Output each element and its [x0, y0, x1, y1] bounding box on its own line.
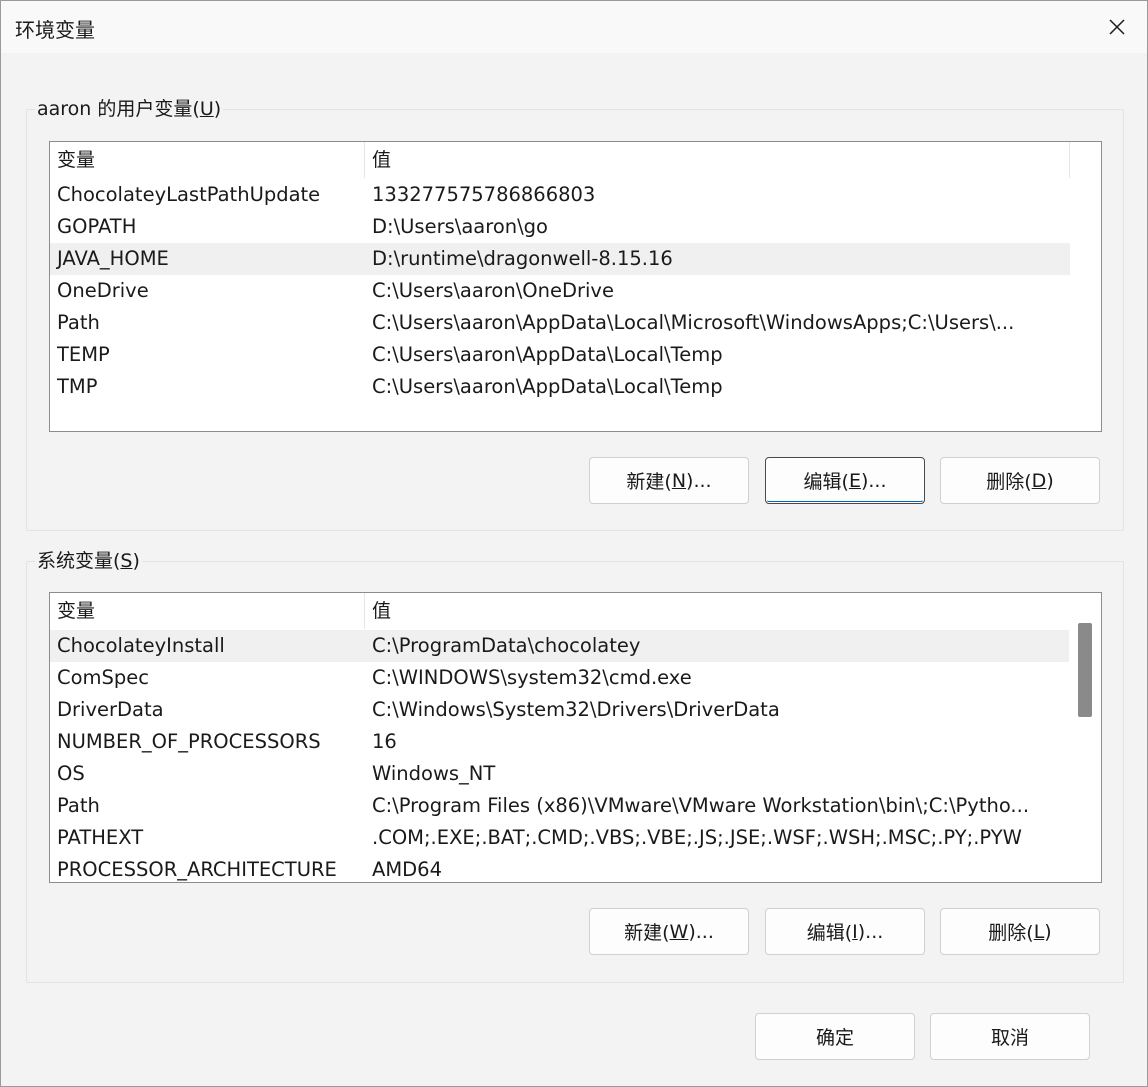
- table-row[interactable]: JAVA_HOME D:\runtime\dragonwell-8.15.16: [50, 243, 1070, 275]
- var-value: C:\Windows\System32\Drivers\DriverData: [372, 698, 780, 721]
- column-header-value[interactable]: 值: [365, 593, 1070, 629]
- user-new-button[interactable]: 新建(N)...: [589, 457, 749, 504]
- var-value: C:\Program Files (x86)\VMware\VMware Wor…: [372, 794, 1030, 817]
- table-row[interactable]: ComSpec C:\WINDOWS\system32\cmd.exe: [50, 662, 1070, 694]
- table-row[interactable]: ChocolateyLastPathUpdate 1332775757868668…: [50, 179, 1070, 211]
- system-edit-button[interactable]: 编辑(I)...: [765, 908, 925, 955]
- var-name: TEMP: [57, 343, 110, 366]
- var-value: C:\WINDOWS\system32\cmd.exe: [372, 666, 692, 689]
- var-value: 133277575786866803: [372, 183, 596, 206]
- table-row[interactable]: DriverData C:\Windows\System32\Drivers\Dr…: [50, 694, 1070, 726]
- cancel-button[interactable]: 取消: [930, 1013, 1090, 1060]
- system-new-button[interactable]: 新建(W)...: [589, 908, 749, 955]
- var-name: Path: [57, 794, 100, 817]
- ok-button[interactable]: 确定: [755, 1013, 915, 1060]
- table-row[interactable]: GOPATH D:\Users\aaron\go: [50, 211, 1070, 243]
- var-name: ChocolateyInstall: [57, 634, 225, 657]
- var-name: NUMBER_OF_PROCESSORS: [57, 730, 321, 753]
- title-bar[interactable]: 环境变量: [1, 1, 1147, 53]
- close-icon: [1109, 19, 1125, 35]
- user-edit-button[interactable]: 编辑(E)...: [765, 457, 925, 504]
- var-name: OS: [57, 762, 85, 785]
- var-value: AMD64: [372, 858, 442, 881]
- table-row[interactable]: Path C:\Program Files (x86)\VMware\VMware…: [50, 790, 1070, 822]
- var-name: ChocolateyLastPathUpdate: [57, 183, 321, 206]
- var-name: OneDrive: [57, 279, 149, 302]
- var-value: C:\Users\aaron\AppData\Local\Microsoft\W…: [372, 311, 1015, 334]
- system-vars-scrollbar[interactable]: [1069, 593, 1101, 882]
- column-header-variable[interactable]: 变量: [50, 593, 365, 629]
- table-row[interactable]: PATHEXT .COM;.EXE;.BAT;.CMD;.VBS;.VBE;.JS…: [50, 822, 1070, 854]
- system-delete-button[interactable]: 删除(L): [940, 908, 1100, 955]
- table-row[interactable]: OS Windows_NT: [50, 758, 1070, 790]
- table-row[interactable]: Path C:\Users\aaron\AppData\Local\Microso…: [50, 307, 1070, 339]
- user-vars-label: aaron 的用户变量(U): [35, 96, 224, 122]
- var-value: D:\runtime\dragonwell-8.15.16: [372, 247, 673, 270]
- table-row[interactable]: PROCESSOR_ARCHITECTURE AMD64: [50, 854, 1070, 882]
- table-row[interactable]: ChocolateyInstall C:\ProgramData\chocolat…: [50, 630, 1070, 662]
- system-vars-header: 变量 值: [50, 593, 1070, 629]
- var-value: C:\ProgramData\chocolatey: [372, 634, 641, 657]
- table-row[interactable]: TMP C:\Users\aaron\AppData\Local\Temp: [50, 371, 1070, 403]
- close-button[interactable]: [1087, 1, 1147, 53]
- column-header-value[interactable]: 值: [365, 142, 1070, 178]
- var-value: Windows_NT: [372, 762, 496, 785]
- user-delete-button[interactable]: 删除(D): [940, 457, 1100, 504]
- window-title: 环境变量: [15, 18, 95, 42]
- var-name: PROCESSOR_ARCHITECTURE: [57, 858, 337, 881]
- var-name: DriverData: [57, 698, 164, 721]
- var-value: C:\Users\aaron\OneDrive: [372, 279, 614, 302]
- env-vars-dialog: 环境变量 aaron 的用户变量(U) 变量 值 ChocolateyLastP…: [0, 0, 1148, 1087]
- user-vars-header: 变量 值: [50, 142, 1070, 178]
- column-header-variable[interactable]: 变量: [50, 142, 365, 178]
- var-value: D:\Users\aaron\go: [372, 215, 548, 238]
- system-vars-label: 系统变量(S): [35, 548, 142, 574]
- var-name: JAVA_HOME: [57, 247, 169, 270]
- table-row[interactable]: OneDrive C:\Users\aaron\OneDrive: [50, 275, 1070, 307]
- var-value: C:\Users\aaron\AppData\Local\Temp: [372, 343, 723, 366]
- var-name: PATHEXT: [57, 826, 144, 849]
- table-row[interactable]: TEMP C:\Users\aaron\AppData\Local\Temp: [50, 339, 1070, 371]
- var-value: C:\Users\aaron\AppData\Local\Temp: [372, 375, 723, 398]
- user-vars-list[interactable]: 变量 值 ChocolateyLastPathUpdate 13327757578…: [49, 141, 1102, 432]
- var-name: Path: [57, 311, 100, 334]
- table-row[interactable]: NUMBER_OF_PROCESSORS 16: [50, 726, 1070, 758]
- var-name: GOPATH: [57, 215, 137, 238]
- var-name: ComSpec: [57, 666, 150, 689]
- var-value: 16: [372, 730, 397, 753]
- scroll-thumb[interactable]: [1078, 623, 1092, 717]
- system-vars-list[interactable]: 变量 值 ChocolateyInstall C:\ProgramData\cho…: [49, 592, 1102, 883]
- var-name: TMP: [57, 375, 98, 398]
- var-value: .COM;.EXE;.BAT;.CMD;.VBS;.VBE;.JS;.JSE;.…: [372, 826, 1022, 849]
